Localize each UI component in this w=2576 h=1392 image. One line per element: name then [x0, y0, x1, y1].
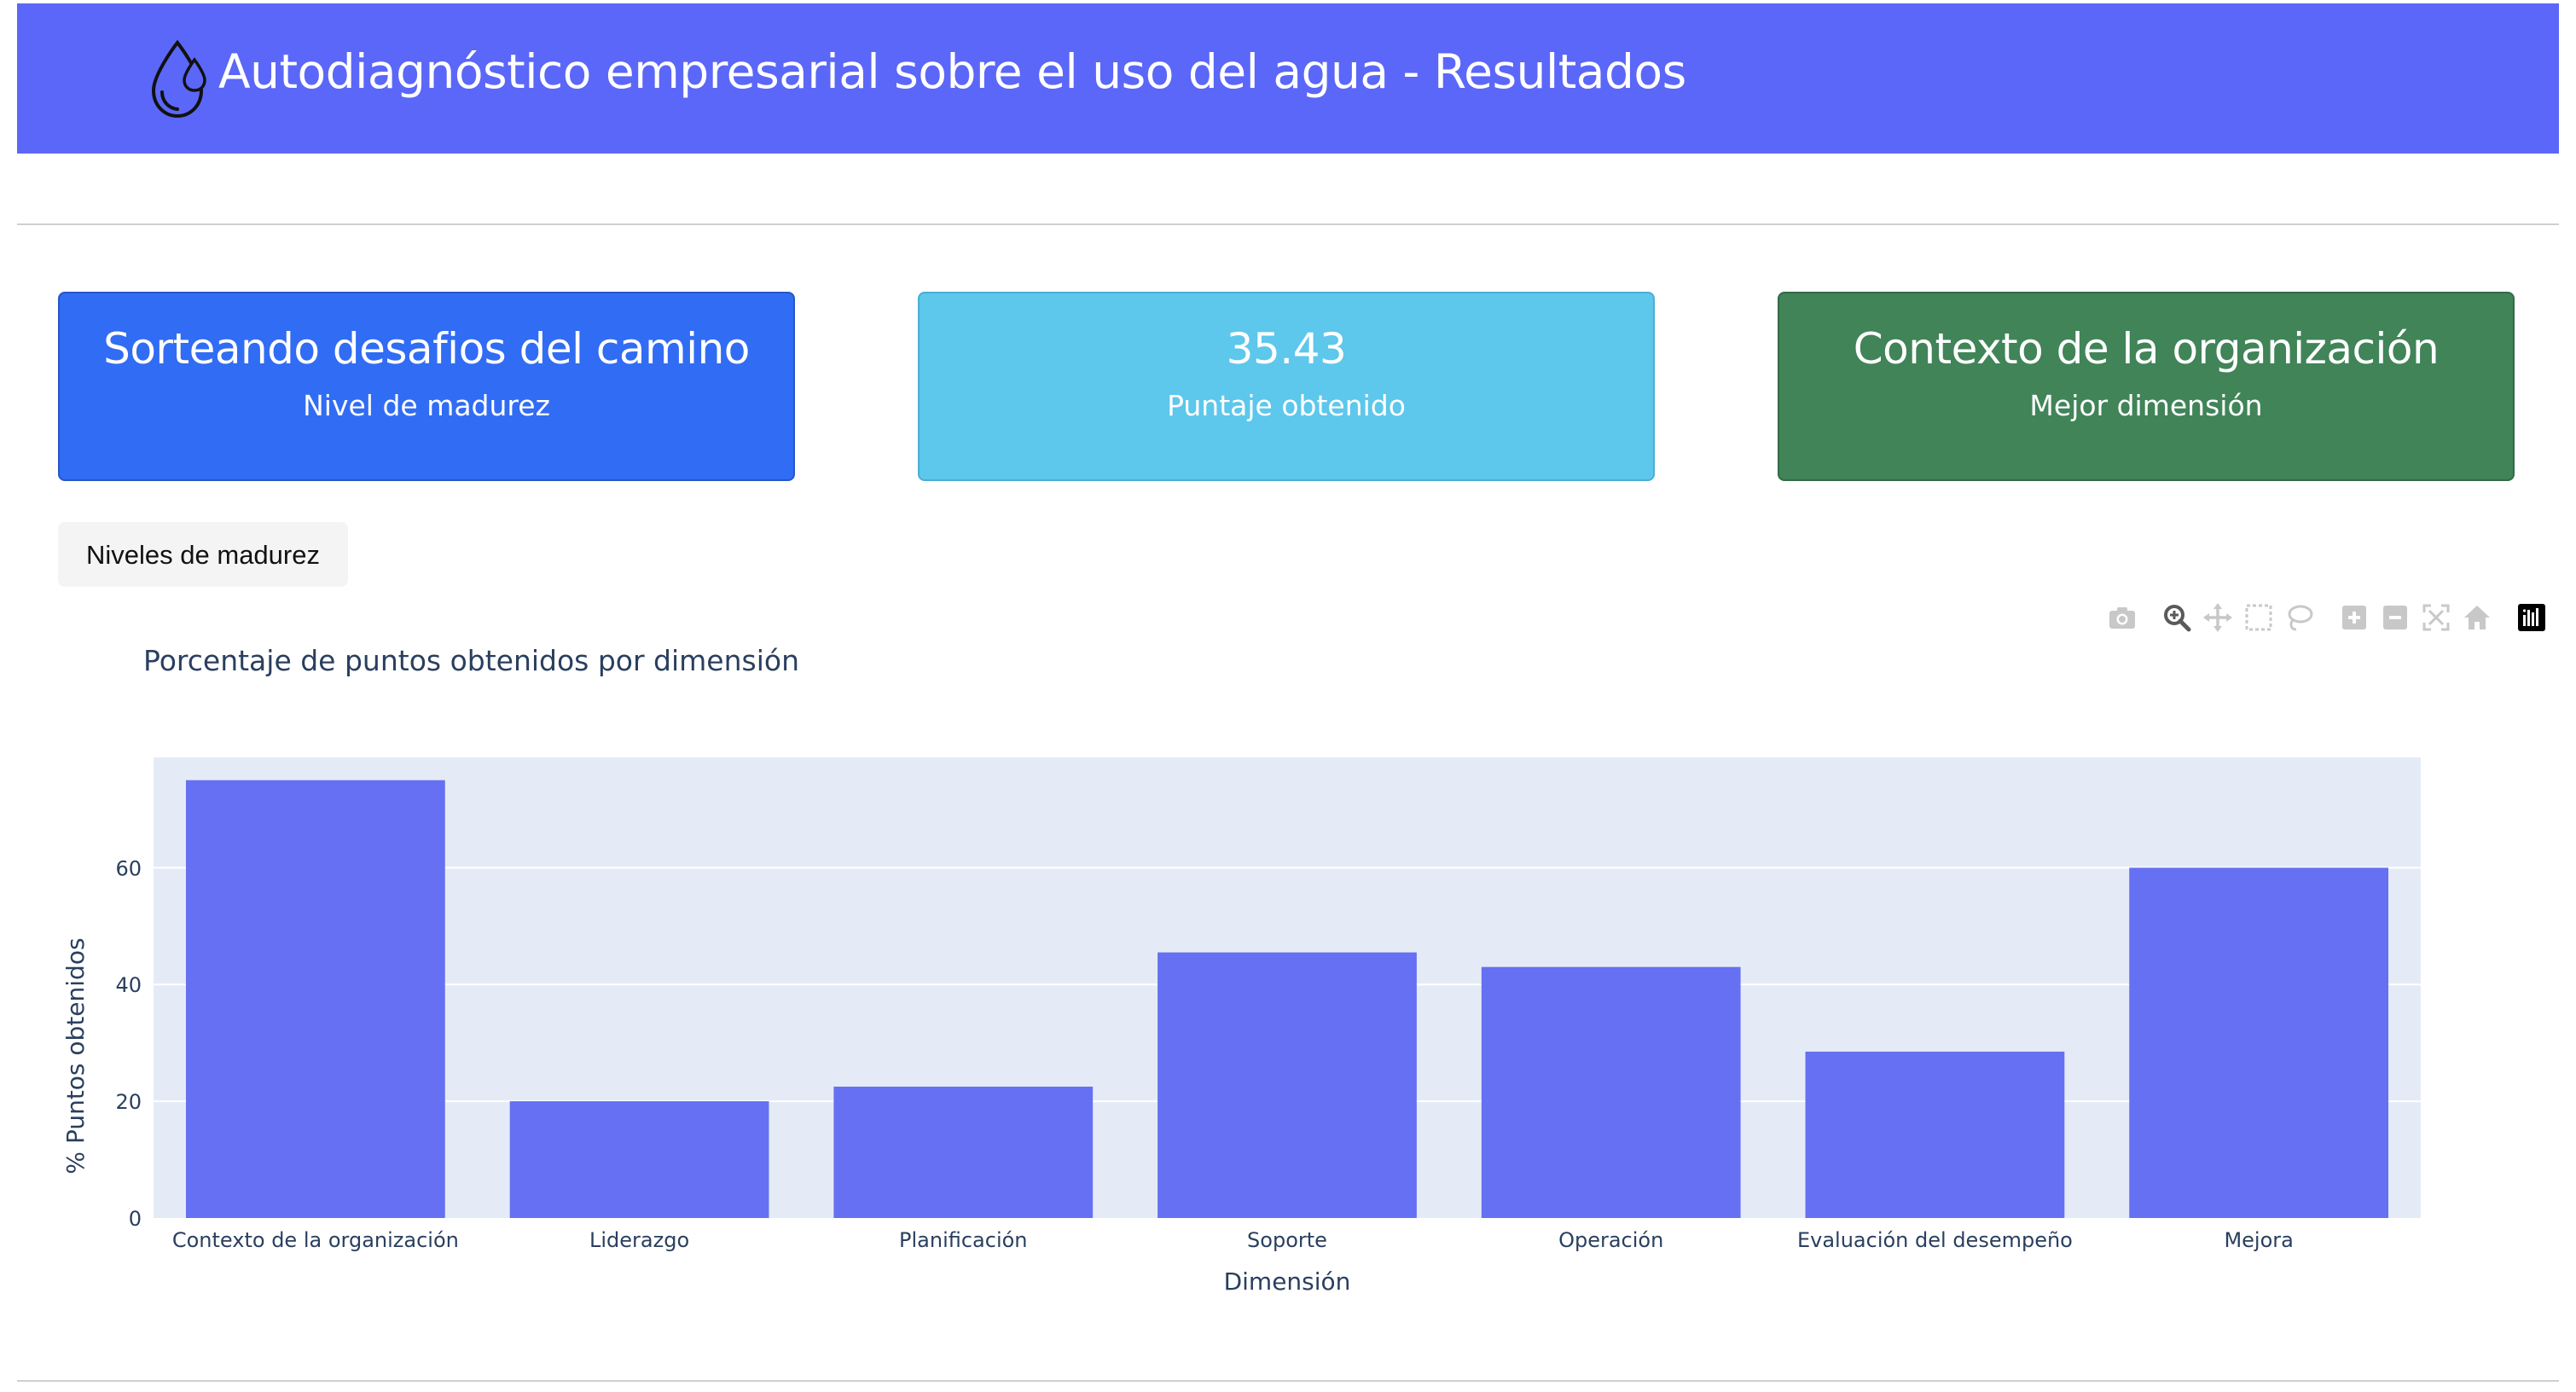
- bar[interactable]: [185, 780, 445, 1218]
- bar-chart: Porcentaje de puntos obtenidos por dimen…: [61, 644, 2421, 1296]
- x-tick-label: Evaluación del desempeño: [1797, 1228, 2073, 1252]
- bar[interactable]: [1481, 966, 1741, 1218]
- x-tick-label: Mejora: [2224, 1228, 2293, 1252]
- bar[interactable]: [2129, 867, 2389, 1218]
- x-tick-label: Planificación: [899, 1228, 1028, 1252]
- x-tick-label: Soporte: [1247, 1228, 1327, 1252]
- bar[interactable]: [833, 1087, 1094, 1218]
- page: Autodiagnóstico empresarial sobre el uso…: [0, 0, 2576, 1392]
- x-axis-title: Dimensión: [1224, 1267, 1351, 1296]
- x-tick-label: Liderazgo: [589, 1228, 689, 1252]
- bar[interactable]: [1805, 1051, 2065, 1218]
- x-tick-label: Operación: [1558, 1228, 1663, 1252]
- x-tick-label: Contexto de la organización: [172, 1228, 459, 1252]
- y-tick-labels: 0 20 40 60: [115, 856, 142, 1231]
- y-tick-label: 40: [115, 973, 142, 997]
- divider-bottom: [17, 1380, 2559, 1382]
- y-tick-label: 0: [129, 1207, 142, 1231]
- y-tick-label: 60: [115, 856, 142, 880]
- chart-title: Porcentaje de puntos obtenidos por dimen…: [143, 644, 799, 677]
- bar[interactable]: [1157, 952, 1417, 1218]
- bar[interactable]: [509, 1101, 769, 1218]
- y-axis-title: % Puntos obtenidos: [61, 937, 90, 1174]
- y-tick-label: 20: [115, 1090, 142, 1114]
- x-tick-labels: Contexto de la organización Liderazgo Plan…: [172, 1228, 2294, 1252]
